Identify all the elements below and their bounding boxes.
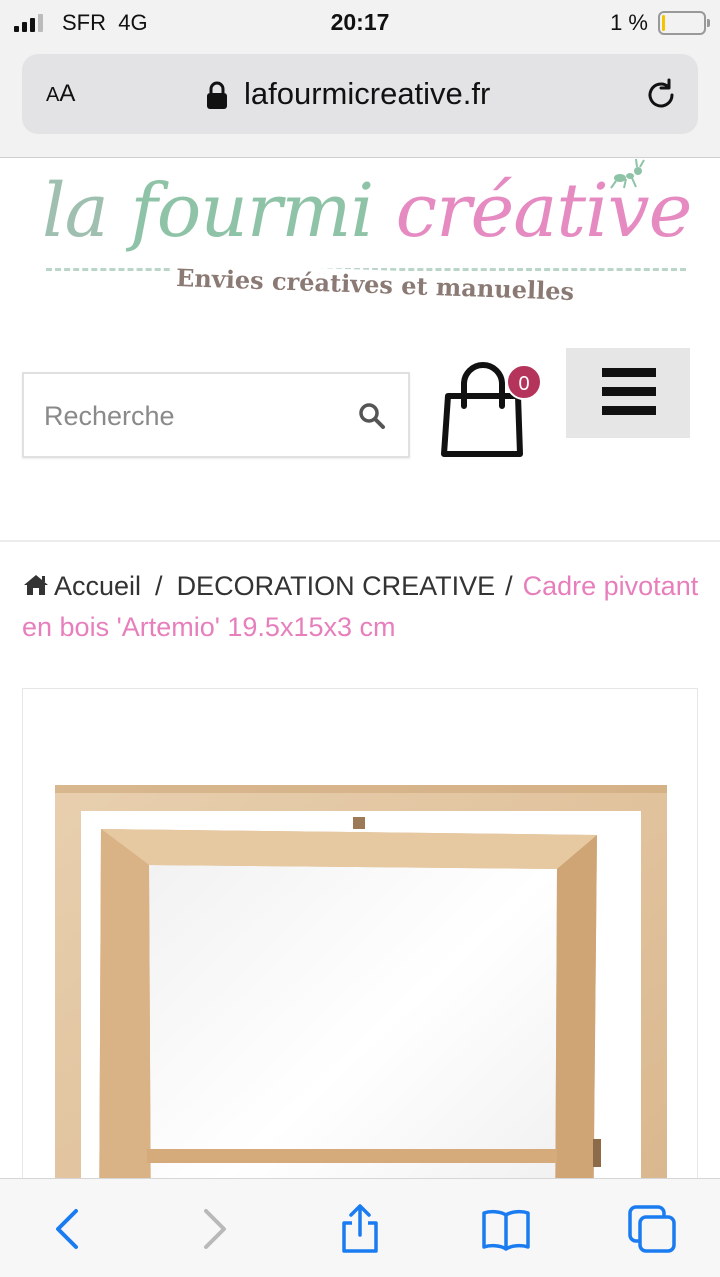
logo-word-la: la bbox=[42, 168, 109, 254]
share-icon[interactable] bbox=[334, 1203, 386, 1255]
url-text[interactable]: lafourmicreative.fr bbox=[244, 76, 490, 112]
breadcrumb-separator: / bbox=[505, 571, 513, 601]
bookmarks-icon[interactable] bbox=[480, 1203, 532, 1255]
hamburger-icon bbox=[602, 368, 656, 418]
product-image-wooden-frame bbox=[55, 785, 667, 1247]
breadcrumb-category-link[interactable]: DECORATION CREATIVE bbox=[177, 571, 496, 601]
battery-level bbox=[662, 15, 665, 31]
browser-top-bar: AA lafourmicreative.fr bbox=[0, 48, 720, 158]
search-icon[interactable] bbox=[358, 402, 386, 430]
back-icon[interactable] bbox=[42, 1203, 94, 1255]
browser-toolbar bbox=[0, 1178, 720, 1277]
search-input[interactable] bbox=[44, 398, 344, 434]
text-size-large-a: A bbox=[59, 80, 76, 107]
address-bar[interactable]: AA lafourmicreative.fr bbox=[22, 54, 698, 134]
breadcrumb: Accueil / DECORATION CREATIVE / Cadre pivota… bbox=[22, 566, 702, 648]
lock-icon bbox=[207, 81, 227, 109]
search-box bbox=[22, 372, 410, 458]
home-icon bbox=[24, 575, 48, 595]
breadcrumb-home-link[interactable]: Accueil bbox=[54, 571, 141, 601]
text-size-small-a: A bbox=[46, 84, 60, 106]
logo-word-fourmi: fourmi bbox=[130, 168, 374, 254]
site-logo[interactable]: la fourmi créative Envies créatives et m… bbox=[36, 158, 692, 320]
section-divider bbox=[0, 540, 720, 542]
product-image-card[interactable] bbox=[22, 688, 698, 1248]
breadcrumb-separator: / bbox=[155, 571, 163, 601]
ant-icon bbox=[610, 158, 645, 189]
text-size-button[interactable]: AA bbox=[46, 80, 75, 108]
reload-icon[interactable] bbox=[642, 76, 680, 114]
forward-icon[interactable] bbox=[188, 1203, 240, 1255]
status-bar: SFR 4G 20:17 1 % bbox=[0, 0, 720, 48]
tabs-icon[interactable] bbox=[626, 1203, 678, 1255]
menu-button[interactable] bbox=[566, 348, 690, 438]
cart-count-badge: 0 bbox=[506, 364, 542, 400]
battery-percent: 1 % bbox=[610, 10, 648, 35]
cart-button[interactable]: 0 bbox=[440, 362, 542, 462]
page: SFR 4G 20:17 1 % AA lafourmicreative.fr … bbox=[0, 0, 720, 1277]
battery-icon bbox=[658, 11, 710, 35]
logo-wordmark: la fourmi créative bbox=[42, 168, 692, 254]
